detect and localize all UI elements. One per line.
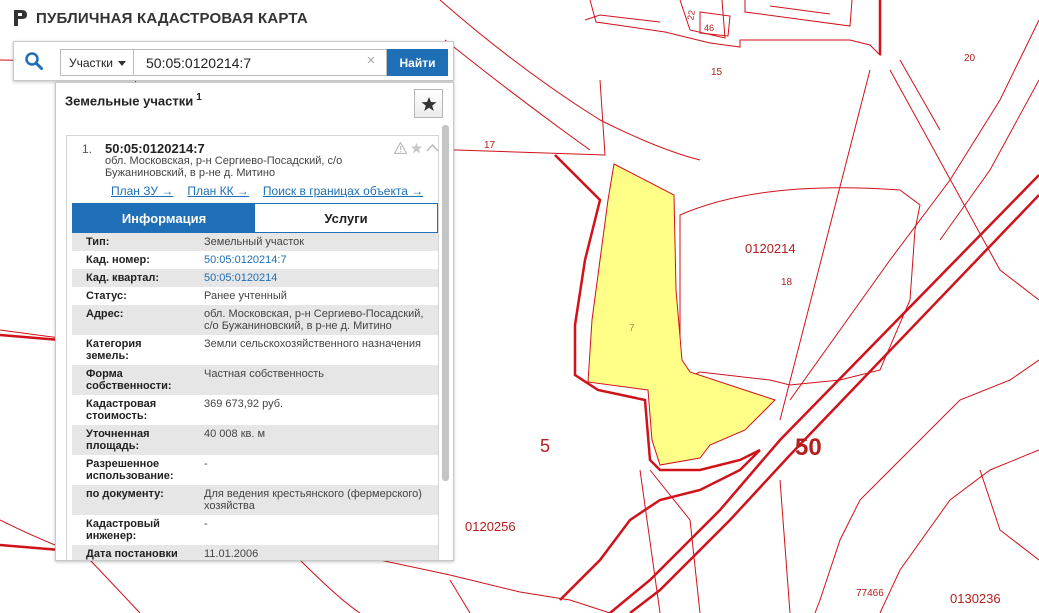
map-label: 0120256 [465, 519, 516, 534]
plan-zu-link[interactable]: План ЗУ → [111, 184, 173, 198]
field-label: Кад. номер: [86, 254, 150, 266]
table-row: Кадастровая стоимость: 369 673,92 руб. [72, 395, 438, 425]
result-cad-number[interactable]: 50:05:0120214:7 [105, 141, 205, 156]
tab-services[interactable]: Услуги [255, 204, 437, 232]
results-panel: Земельные участки 1 1. 50:05:0120214:7 об… [55, 82, 454, 561]
parcel-label: 7 [629, 323, 635, 334]
field-value: обл. Московская, р-н Сергиево-Посадский,… [204, 308, 424, 332]
result-tabs: Информация Услуги [72, 203, 438, 233]
map-label: 15 [711, 67, 723, 78]
chevron-up-icon[interactable] [426, 142, 439, 154]
map-label: 5 [540, 436, 550, 456]
field-value: Частная собственность [204, 368, 325, 380]
selected-parcel[interactable] [587, 163, 776, 466]
field-value: Ранее учтенный [204, 290, 287, 302]
tab-info[interactable]: Информация [73, 204, 255, 232]
table-row: Статус: Ранее учтенный [72, 287, 438, 305]
star-icon[interactable] [410, 142, 423, 154]
map-label: 22 [685, 9, 697, 21]
scrollbar[interactable] [442, 125, 449, 481]
search-input[interactable] [134, 49, 387, 76]
result-number: 1. [82, 142, 93, 156]
table-row: Категория земель: Земли сельскохозяйствен… [72, 335, 438, 365]
field-label: Адрес: [86, 308, 124, 320]
map-label: 50 [795, 434, 822, 461]
map-label: 18 [781, 277, 793, 288]
search-icon[interactable] [24, 51, 44, 71]
table-row: Форма собственности: Частная собственност… [72, 365, 438, 395]
clear-icon[interactable]: × [364, 53, 378, 68]
favorites-button[interactable] [414, 89, 443, 118]
logo-icon [14, 10, 27, 26]
result-card: 1. 50:05:0120214:7 обл. Московская, р-н … [66, 135, 439, 560]
field-label: Уточненная площадь: [86, 428, 150, 452]
field-label: по документу: [86, 488, 164, 500]
warning-icon[interactable] [394, 142, 407, 154]
table-row: Кад. номер: 50:05:0120214:7 [72, 251, 438, 269]
map-label: 0130236 [950, 591, 1001, 606]
field-value: - [204, 518, 208, 530]
map-label: 46 [704, 23, 714, 33]
field-label: Статус: [86, 290, 127, 302]
chevron-down-icon [118, 61, 126, 66]
field-label: Кад. квартал: [86, 272, 160, 284]
table-row: Кадастровый инженер: - [72, 515, 438, 545]
field-value: 40 008 кв. м [204, 428, 266, 440]
card-tools [394, 142, 439, 154]
map-label: 77466 [856, 588, 884, 599]
field-label: Дата постановки на учет: [86, 548, 178, 560]
field-value: 11.01.2006 [204, 548, 259, 560]
search-panel: Участки × Найти [13, 41, 454, 81]
search-in-bounds-link[interactable]: Поиск в границах объекта → [263, 184, 423, 198]
table-row: по документу: Для ведения крестьянского (… [72, 485, 438, 515]
field-label: Кадастровая стоимость: [86, 398, 157, 422]
star-icon [421, 96, 436, 111]
field-value: Земли сельскохозяйственного назначения [204, 338, 421, 350]
field-label: Кадастровый инженер: [86, 518, 160, 542]
field-value: - [204, 458, 208, 470]
app-header: ПУБЛИЧНАЯ КАДАСТРОВАЯ КАРТА [12, 6, 308, 30]
results-title: Земельные участки [65, 93, 194, 109]
table-row: Адрес: обл. Московская, р-н Сергиево-Поса… [72, 305, 438, 335]
map-label: 17 [484, 140, 496, 151]
field-value: Земельный участок [204, 236, 305, 248]
field-value: Для ведения крестьянского (фермерского) … [204, 488, 422, 512]
field-value: 369 673,92 руб. [204, 398, 284, 410]
table-row: Уточненная площадь: 40 008 кв. м [72, 425, 438, 455]
field-label: Разрешенное использование: [86, 458, 174, 482]
plan-kk-link[interactable]: План КК → [187, 184, 249, 198]
field-label: Форма собственности: [86, 368, 172, 392]
info-table: Тип: Земельный участок Кад. номер: 50:05:0… [72, 233, 438, 560]
result-address: обл. Московская, р-н Сергиево-Посадский,… [105, 155, 343, 179]
results-count: 1 [196, 92, 202, 103]
map-label: 0120214 [745, 241, 796, 256]
cad-number-link[interactable]: 50:05:0120214:7 [204, 254, 287, 266]
find-button[interactable]: Найти [387, 49, 448, 76]
cad-quarter-link[interactable]: 50:05:0120214 [204, 272, 277, 284]
field-label: Категория земель: [86, 338, 142, 362]
search-type-select[interactable]: Участки [60, 49, 134, 76]
search-type-label: Участки [69, 55, 113, 70]
table-row: Тип: Земельный участок [72, 233, 438, 251]
result-links: План ЗУ → План КК → Поиск в границах объ… [111, 184, 423, 198]
table-row: Кад. квартал: 50:05:0120214 [72, 269, 438, 287]
field-label: Тип: [86, 236, 110, 248]
results-header: Земельные участки 1 [65, 92, 202, 108]
table-row: Дата постановки на учет: 11.01.2006 [72, 545, 438, 560]
table-row: Разрешенное использование: - [72, 455, 438, 485]
map-label: 20 [964, 53, 976, 64]
app-title: ПУБЛИЧНАЯ КАДАСТРОВАЯ КАРТА [36, 9, 308, 27]
